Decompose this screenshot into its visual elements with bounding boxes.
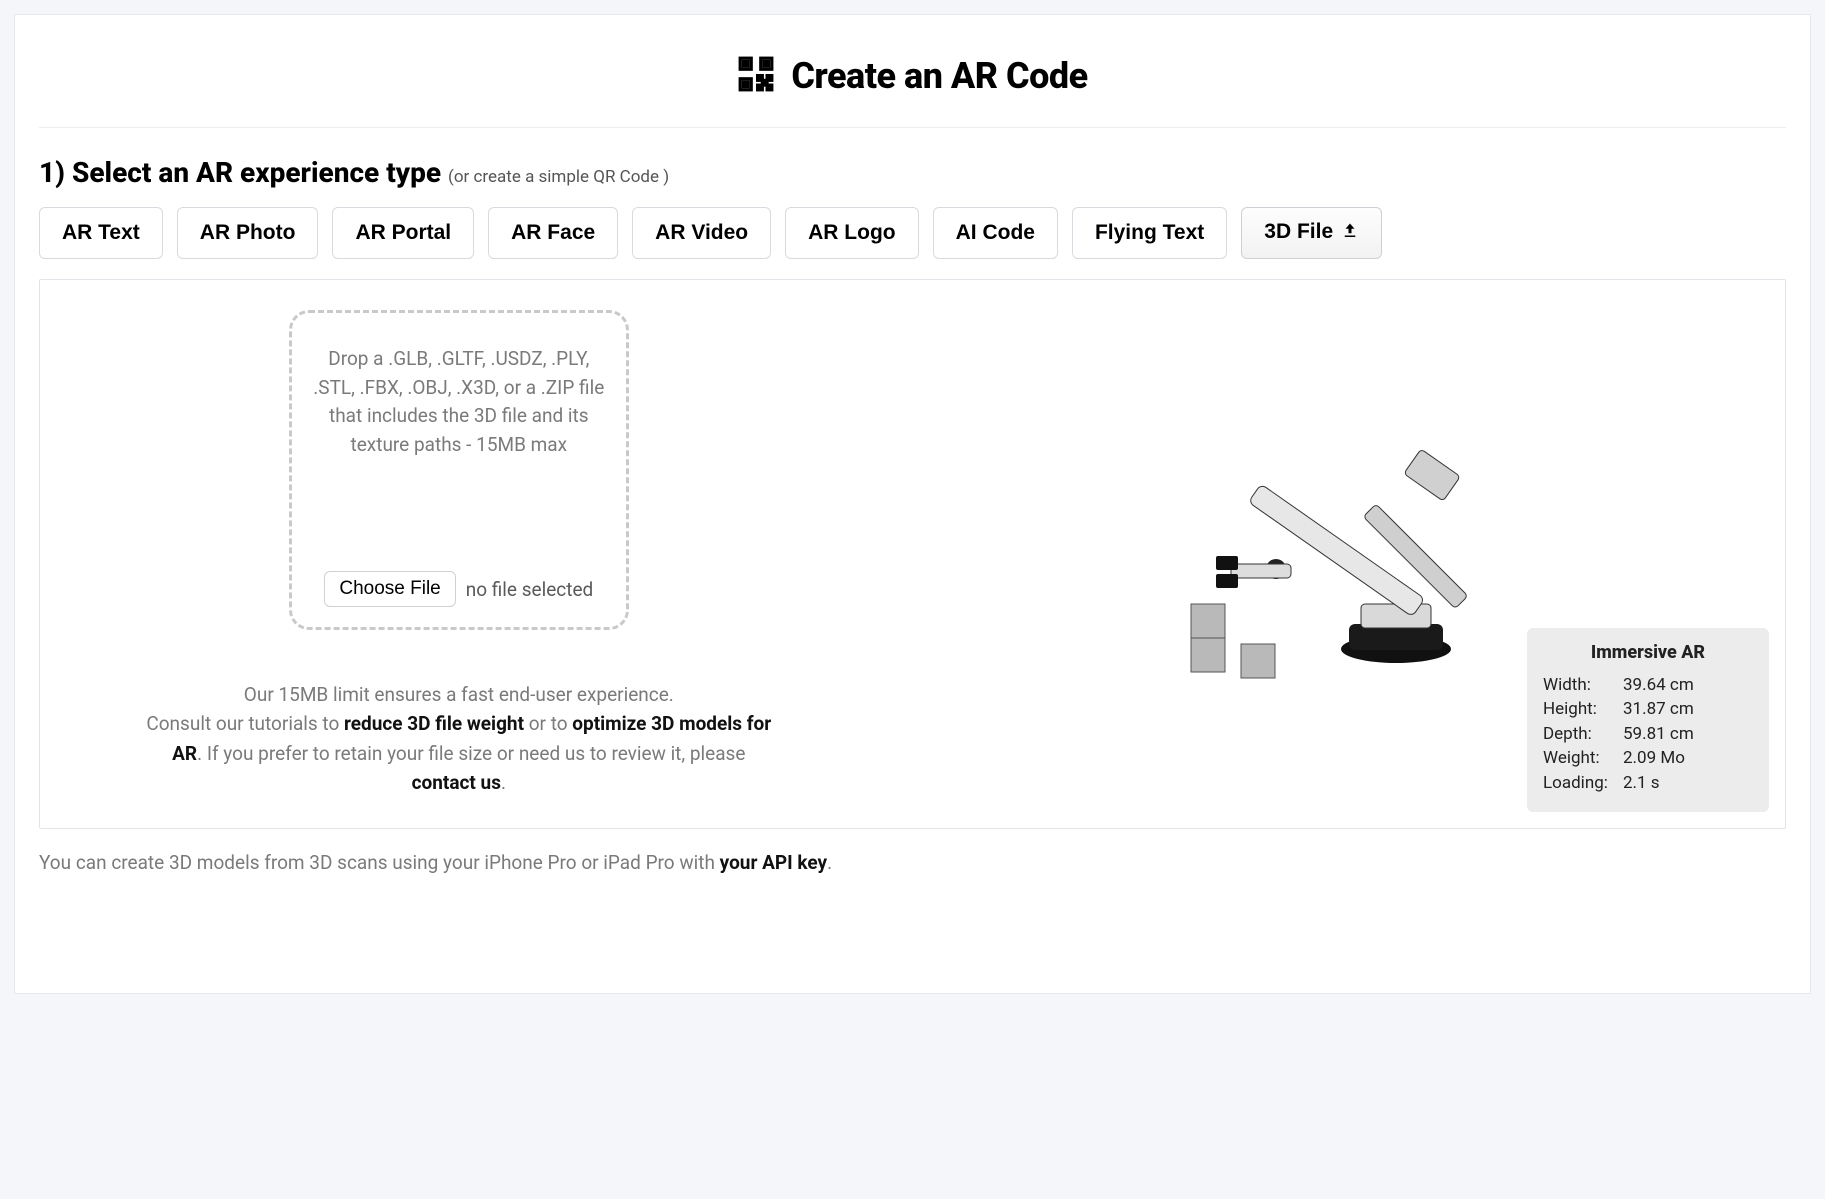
help-2g: . (501, 771, 506, 794)
file-dropzone[interactable]: Drop a .GLB, .GLTF, .USDZ, .PLY, .STL, .… (289, 310, 629, 630)
tab-ar-logo[interactable]: AR Logo (785, 207, 918, 259)
footer-a: You can create 3D models from 3D scans u… (39, 851, 720, 874)
info-key: Loading: (1543, 771, 1613, 796)
info-key: Weight: (1543, 746, 1613, 771)
model-info-card: Immersive AR Width: 39.64 cm Height: 31.87 … (1527, 628, 1769, 812)
help-line1: Our 15MB limit ensures a fast end-user e… (244, 683, 674, 706)
tab-ar-face[interactable]: AR Face (488, 207, 618, 259)
api-key-link[interactable]: your API key (720, 851, 827, 874)
info-value: 31.87 cm (1623, 697, 1694, 722)
step1-heading: 1) Select an AR experience type (or crea… (39, 156, 1786, 189)
panel-right: Immersive AR Width: 39.64 cm Height: 31.87 … (878, 280, 1785, 828)
info-row: Loading: 2.1 s (1543, 771, 1753, 796)
help-2e: . If you prefer to retain your file size… (197, 742, 745, 765)
help-2c: or to (524, 712, 572, 735)
dropzone-text: Drop a .GLB, .GLTF, .USDZ, .PLY, .STL, .… (310, 345, 608, 459)
file-status: no file selected (466, 578, 594, 601)
upload-icon (1341, 222, 1359, 245)
info-key: Height: (1543, 697, 1613, 722)
info-value: 39.64 cm (1623, 673, 1694, 698)
tab-ar-photo[interactable]: AR Photo (177, 207, 319, 259)
contact-link[interactable]: contact us (412, 771, 501, 794)
step1-sub-prefix: (or create a simple (448, 167, 593, 187)
tab-row: AR Text AR PhotoAR Portal AR Face AR Video A… (39, 207, 1786, 259)
info-key: Width: (1543, 673, 1613, 698)
help-2a: Consult our tutorials to (146, 712, 344, 735)
footer-note: You can create 3D models from 3D scans u… (39, 851, 1786, 874)
info-row: Width: 39.64 cm (1543, 673, 1753, 698)
info-row: Depth: 59.81 cm (1543, 722, 1753, 747)
model-preview[interactable] (1121, 404, 1541, 704)
tab-ar-text[interactable]: AR Text (39, 207, 163, 259)
info-value: 2.09 Mo (1623, 746, 1685, 771)
title-row: Create an AR Code (39, 35, 1786, 128)
tab-ar-portal[interactable]: AR Portal (332, 207, 474, 259)
info-row: Height: 31.87 cm (1543, 697, 1753, 722)
info-value: 59.81 cm (1623, 722, 1694, 747)
qr-code-link[interactable]: QR Code (593, 167, 659, 187)
tab-flying-text[interactable]: Flying Text (1072, 207, 1227, 259)
page: Create an AR Code 1) Select an AR experi… (14, 14, 1811, 994)
qr-icon (737, 55, 775, 97)
footer-c: . (827, 851, 832, 874)
step1-heading-text: 1) Select an AR experience type (39, 156, 441, 189)
page-title: Create an AR Code (791, 55, 1087, 97)
info-value: 2.1 s (1623, 771, 1660, 796)
main-panel: Drop a .GLB, .GLTF, .USDZ, .PLY, .STL, .… (39, 279, 1786, 829)
reduce-weight-link[interactable]: reduce 3D file weight (344, 712, 524, 735)
help-text: Our 15MB limit ensures a fast end-user e… (139, 680, 779, 798)
step1-sub-suffix: ) (659, 167, 669, 187)
panel-left: Drop a .GLB, .GLTF, .USDZ, .PLY, .STL, .… (40, 280, 878, 828)
tab-ar-video[interactable]: AR Video (632, 207, 771, 259)
tab-ai-code[interactable]: AI Code (933, 207, 1058, 259)
step1-sub: (or create a simple QR Code ) (448, 167, 669, 187)
info-key: Depth: (1543, 722, 1613, 747)
info-title: Immersive AR (1543, 642, 1753, 663)
info-row: Weight: 2.09 Mo (1543, 746, 1753, 771)
file-row: Choose File no file selected (324, 571, 593, 607)
choose-file-button[interactable]: Choose File (324, 571, 455, 607)
tab-3d-file[interactable]: 3D File (1241, 207, 1382, 259)
